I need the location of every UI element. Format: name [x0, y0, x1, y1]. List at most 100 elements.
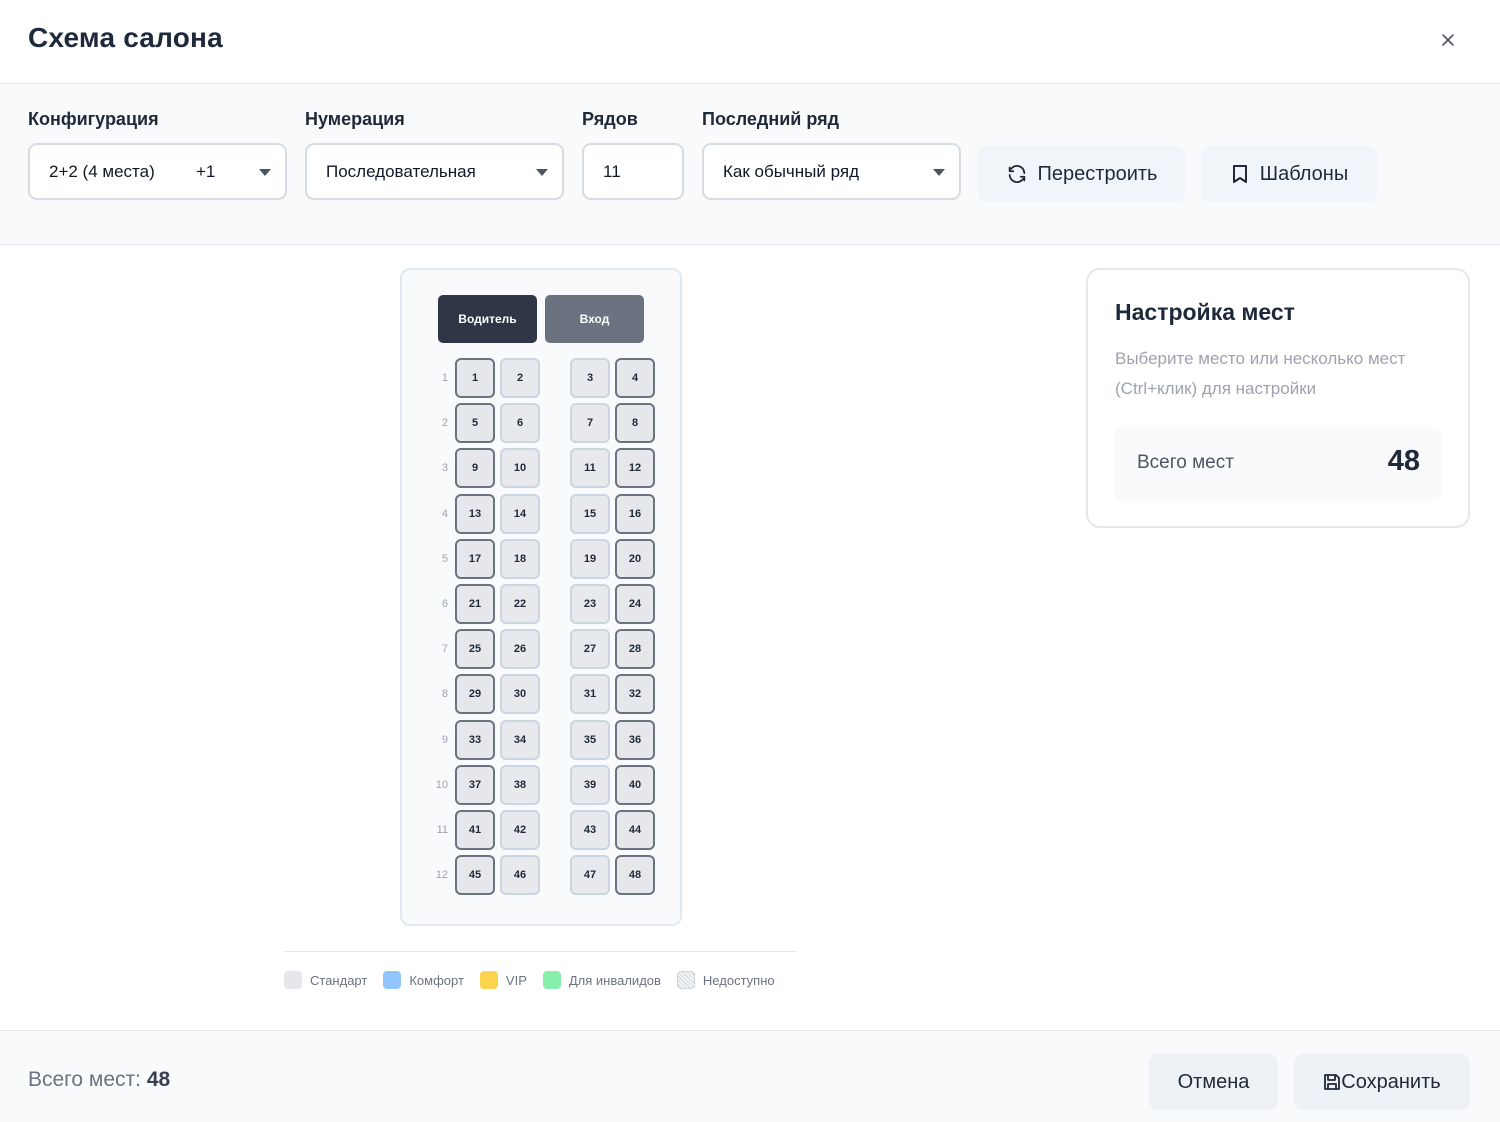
- seat-31[interactable]: 31: [570, 674, 610, 715]
- seat-25[interactable]: 25: [455, 629, 495, 670]
- numbering-select[interactable]: Последовательная: [305, 143, 564, 200]
- seat-28[interactable]: 28: [615, 629, 655, 670]
- seat-41[interactable]: 41: [455, 810, 495, 850]
- seat-6[interactable]: 6: [500, 403, 540, 444]
- seat-39[interactable]: 39: [570, 764, 610, 805]
- seat-5[interactable]: 5: [455, 403, 495, 444]
- seat-1[interactable]: 1: [455, 358, 495, 398]
- seat-3[interactable]: 3: [570, 358, 610, 398]
- save-icon: [1324, 1074, 1341, 1090]
- total-seats-box: Всего мест 48: [1115, 427, 1442, 501]
- seat-22[interactable]: 22: [500, 584, 540, 624]
- configuration-label: Конфигурация: [28, 109, 159, 129]
- seat-45[interactable]: 45: [455, 855, 495, 896]
- seat-47[interactable]: 47: [570, 855, 610, 896]
- seat-7[interactable]: 7: [570, 403, 610, 444]
- seat-8[interactable]: 8: [615, 403, 655, 444]
- controls-bar: Конфигурация 2+2 (4 места) +1 Нумерация …: [0, 84, 1500, 245]
- legend-label: Комфорт: [409, 972, 464, 988]
- seat-32[interactable]: 32: [615, 674, 655, 715]
- legend-label: Недоступно: [702, 972, 775, 988]
- footer-total-label: Всего мест:: [28, 1068, 141, 1091]
- settings-hint: Выберите место или несколько мест (Ctrl+…: [1115, 349, 1406, 398]
- seat-38[interactable]: 38: [500, 764, 540, 805]
- seat-14[interactable]: 14: [500, 493, 540, 534]
- seat-30[interactable]: 30: [500, 674, 540, 715]
- seat-20[interactable]: 20: [615, 538, 655, 579]
- numbering-value: Последовательная: [326, 161, 476, 181]
- legend-item: Недоступно: [676, 971, 775, 989]
- seat-46[interactable]: 46: [500, 855, 540, 896]
- legend-divider: [284, 951, 797, 952]
- last-row-select[interactable]: Как обычный ряд: [702, 143, 961, 200]
- seat-26[interactable]: 26: [500, 629, 540, 670]
- seat-35[interactable]: 35: [570, 719, 610, 760]
- legend-swatch: [676, 971, 695, 989]
- legend-swatch: [383, 971, 402, 989]
- legend-swatch: [542, 971, 561, 989]
- seat-15[interactable]: 15: [570, 493, 610, 534]
- row-number: 2: [441, 417, 448, 430]
- seat-19[interactable]: 19: [570, 538, 610, 579]
- seat-10[interactable]: 10: [500, 448, 540, 489]
- dialog-header: Схема салона: [0, 0, 1500, 84]
- seat-24[interactable]: 24: [615, 584, 655, 624]
- chevron-down-icon: [259, 169, 271, 176]
- cancel-button[interactable]: Отмена: [1149, 1054, 1278, 1110]
- numbering-label: Нумерация: [305, 109, 405, 129]
- seat-36[interactable]: 36: [615, 719, 655, 760]
- seat-11[interactable]: 11: [570, 448, 610, 489]
- last-row-value: Как обычный ряд: [723, 161, 859, 181]
- seat-40[interactable]: 40: [615, 764, 655, 805]
- seat-37[interactable]: 37: [455, 764, 495, 805]
- legend-item: Комфорт: [383, 971, 464, 989]
- seat-33[interactable]: 33: [455, 719, 495, 760]
- seat-21[interactable]: 21: [455, 584, 495, 624]
- seat-34[interactable]: 34: [500, 719, 540, 760]
- total-seats-value: 48: [1387, 445, 1420, 477]
- dialog-footer: Всего мест: 48 Отмена Сохранить: [0, 1030, 1500, 1122]
- driver-label: Водитель: [438, 295, 537, 343]
- legend-swatch: [284, 971, 302, 989]
- seat-12[interactable]: 12: [615, 448, 655, 489]
- seat-43[interactable]: 43: [570, 810, 610, 850]
- seat-2[interactable]: 2: [500, 358, 540, 398]
- row-number: 7: [441, 643, 448, 656]
- legend-label: VIP: [505, 972, 527, 988]
- save-label: Сохранить: [1341, 1070, 1441, 1093]
- seat-18[interactable]: 18: [500, 538, 540, 579]
- seat-4[interactable]: 4: [615, 358, 655, 398]
- refresh-icon: [1008, 165, 1025, 183]
- seat-16[interactable]: 16: [615, 493, 655, 534]
- rebuild-label: Перестроить: [1037, 162, 1158, 185]
- seat-17[interactable]: 17: [455, 538, 495, 579]
- seat-29[interactable]: 29: [455, 674, 495, 715]
- entrance-label: Вход: [545, 295, 644, 343]
- seat-settings-panel: Настройка мест Выберите место или нескол…: [1086, 268, 1470, 528]
- seat-44[interactable]: 44: [615, 810, 655, 850]
- chevron-down-icon: [933, 169, 945, 176]
- templates-button[interactable]: Шаблоны: [1201, 146, 1377, 202]
- rows-input[interactable]: 11: [582, 143, 684, 200]
- rebuild-button[interactable]: Перестроить: [978, 146, 1185, 202]
- seat-48[interactable]: 48: [615, 855, 655, 896]
- save-button[interactable]: Сохранить: [1294, 1054, 1470, 1110]
- close-icon[interactable]: [1434, 26, 1462, 54]
- footer-total: Всего мест: 48: [28, 1068, 170, 1092]
- legend-swatch: [479, 971, 498, 989]
- row-number: 12: [435, 869, 448, 882]
- seat-23[interactable]: 23: [570, 584, 610, 624]
- cancel-label: Отмена: [1177, 1070, 1250, 1093]
- settings-title: Настройка мест: [1115, 299, 1295, 325]
- row-number: 4: [441, 507, 448, 520]
- row-number: 3: [441, 462, 448, 475]
- rows-label: Рядов: [582, 109, 638, 129]
- dialog-title: Схема салона: [28, 22, 223, 53]
- seat-13[interactable]: 13: [455, 493, 495, 534]
- seat-27[interactable]: 27: [570, 629, 610, 670]
- configuration-select[interactable]: 2+2 (4 места) +1: [28, 143, 287, 200]
- seat-42[interactable]: 42: [500, 810, 540, 850]
- seat-9[interactable]: 9: [455, 448, 495, 489]
- row-number: 9: [441, 733, 448, 746]
- legend-item: Стандарт: [284, 971, 367, 989]
